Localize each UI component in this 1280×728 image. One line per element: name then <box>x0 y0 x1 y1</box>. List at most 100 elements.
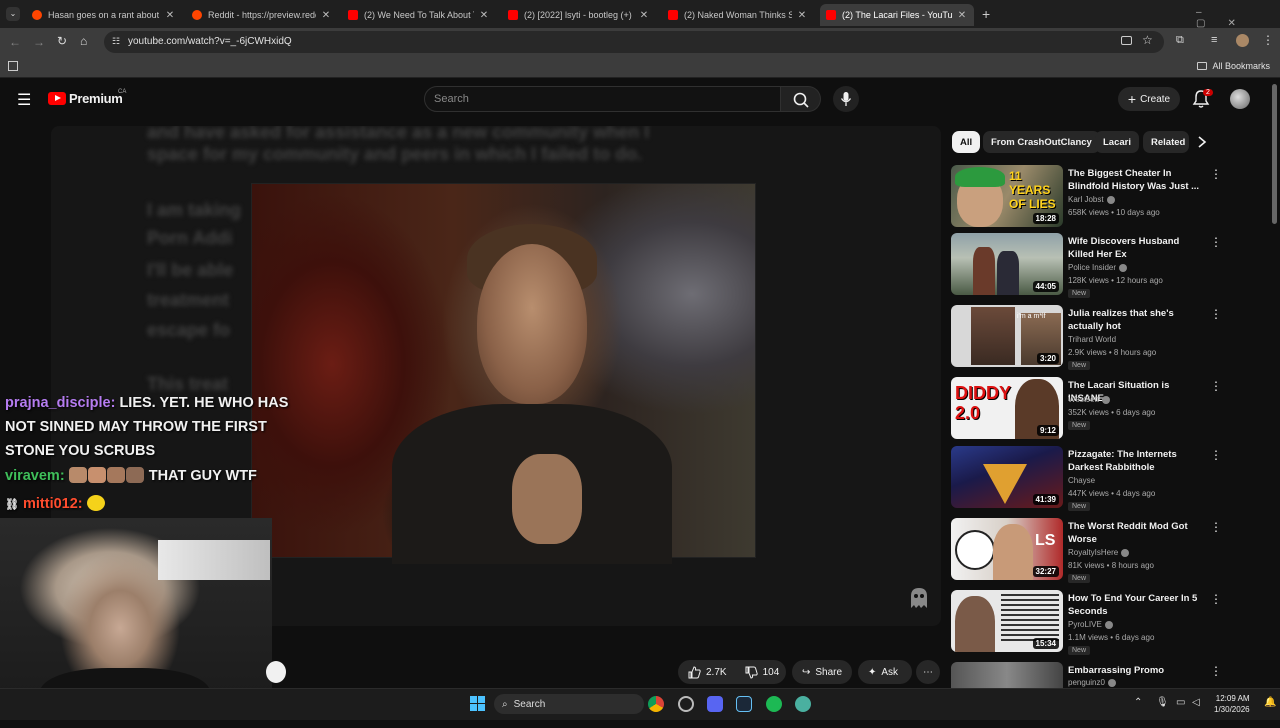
network-icon[interactable]: ▭ <box>1176 697 1185 708</box>
video-title[interactable]: The Worst Reddit Mod Got Worse <box>1068 520 1200 546</box>
recommendation-item[interactable]: LS 32:27 The Worst Reddit Mod Got Worse … <box>950 518 1266 586</box>
notification-center-icon[interactable]: 🔔 <box>1264 697 1276 708</box>
new-tab-button[interactable]: + <box>982 6 990 22</box>
chip-from-channel[interactable]: From CrashOutClancy <box>983 131 1100 153</box>
more-vert-icon[interactable]: ⋮ <box>1210 520 1222 534</box>
browser-tab-2[interactable]: Reddit - https://preview.redd.it ✕ <box>186 4 338 26</box>
video-title[interactable]: Wife Discovers Husband Killed Her Ex <box>1068 235 1200 261</box>
video-thumbnail[interactable]: i'm a m*lf 3:20 <box>951 305 1063 367</box>
chip-all[interactable]: All <box>952 131 981 153</box>
windows-start-icon[interactable] <box>470 696 485 711</box>
home-icon[interactable]: ⌂ <box>80 34 87 48</box>
search-input[interactable]: Search <box>424 86 781 112</box>
taskbar-clock[interactable]: 12:09 AM 1/30/2026 <box>1214 693 1250 715</box>
channel-name[interactable]: Trihard World <box>1068 335 1116 344</box>
dislike-icon[interactable] <box>745 666 758 679</box>
video-title[interactable]: Embarrassing Promo <box>1068 664 1200 677</box>
back-icon[interactable]: ← <box>9 35 21 49</box>
more-vert-icon[interactable]: ⋮ <box>1210 235 1222 249</box>
hamburger-menu-icon[interactable]: ☰ <box>17 90 31 110</box>
more-vert-icon[interactable]: ⋮ <box>1210 379 1222 393</box>
recommendation-item[interactable]: Embarrassing Promo penguinz0 ⋮ <box>950 662 1266 688</box>
video-thumbnail[interactable]: 15:34 <box>951 590 1063 652</box>
more-vert-icon[interactable]: ⋮ <box>1210 307 1222 321</box>
like-icon[interactable] <box>688 665 701 679</box>
channel-name[interactable]: Chayse <box>1068 476 1095 485</box>
channel-name[interactable]: penguinz0 <box>1068 678 1116 687</box>
discord-icon[interactable] <box>707 696 723 712</box>
apps-icon[interactable] <box>8 61 18 71</box>
browser-tab-1[interactable]: Hasan goes on a rant about pe ✕ <box>26 4 182 26</box>
more-vert-icon[interactable]: ⋮ <box>1210 167 1222 181</box>
browser-tab-4[interactable]: (2) [2022] lsyti - bootleg (+) [Re ✕ <box>502 4 656 26</box>
forward-icon[interactable]: → <box>33 35 45 49</box>
url-text[interactable]: youtube.com/watch?v=_-6jCWHxidQ <box>128 36 292 47</box>
bookmark-star-icon[interactable]: ☆ <box>1142 33 1153 47</box>
chevron-up-icon[interactable]: ⌃ <box>1134 697 1142 708</box>
channel-name[interactable]: PyroLIVE <box>1068 620 1113 629</box>
chevron-right-icon[interactable] <box>1196 135 1208 149</box>
browser-tab-3[interactable]: (2) We Need To Talk About Tik ✕ <box>342 4 496 26</box>
install-icon[interactable] <box>1121 36 1132 45</box>
ask-button[interactable]: ✦ Ask <box>858 660 912 684</box>
chip-related[interactable]: Related <box>1143 131 1189 153</box>
app-icon[interactable] <box>795 696 811 712</box>
browser-tab-active[interactable]: (2) The Lacari Files - YouTube ✕ <box>820 4 974 26</box>
video-title[interactable]: The Biggest Cheater In Blindfold History… <box>1068 167 1200 193</box>
voice-search-button[interactable] <box>833 86 859 112</box>
video-thumbnail[interactable]: 11 YEARS OF LIES 18:28 <box>951 165 1063 227</box>
chrome-icon[interactable] <box>648 696 664 712</box>
spotify-icon[interactable] <box>766 696 782 712</box>
video-title[interactable]: Pizzagate: The Internets Darkest Rabbith… <box>1068 448 1200 474</box>
channel-name[interactable]: WestJett <box>1068 395 1110 404</box>
extensions-icon[interactable]: ⧉ <box>1176 34 1184 47</box>
share-button[interactable]: ↪ Share <box>792 660 852 684</box>
close-icon[interactable]: ✕ <box>956 10 968 21</box>
recommendation-item[interactable]: DIDDY 2.0 9:12 The Lacari Situation is I… <box>950 377 1266 445</box>
browser-tab-5[interactable]: (2) Naked Woman Thinks She C ✕ <box>662 4 814 26</box>
close-icon[interactable]: ✕ <box>796 10 808 21</box>
app-icon[interactable] <box>678 696 694 712</box>
more-actions-button[interactable]: ⋯ <box>916 660 940 684</box>
channel-name[interactable]: Karl Jobst <box>1068 195 1115 204</box>
video-thumbnail[interactable] <box>951 662 1063 688</box>
video-title[interactable]: How To End Your Career In 5 Seconds <box>1068 592 1200 618</box>
microphone-icon[interactable]: 🎙 <box>1156 697 1169 708</box>
video-thumbnail[interactable]: LS 32:27 <box>951 518 1063 580</box>
page-scrollbar[interactable] <box>1272 84 1277 224</box>
browser-menu-icon[interactable]: ⋮ <box>1262 33 1274 47</box>
profile-avatar-icon[interactable] <box>1236 34 1249 47</box>
close-icon[interactable]: ✕ <box>638 10 650 21</box>
account-avatar[interactable] <box>1230 89 1250 109</box>
taskbar-search[interactable]: ⌕ Search <box>494 694 644 714</box>
channel-name[interactable]: Police Insider <box>1068 263 1128 272</box>
recommendation-item[interactable]: 11 YEARS OF LIES 18:28 The Biggest Cheat… <box>950 165 1266 233</box>
more-vert-icon[interactable]: ⋮ <box>1210 448 1222 462</box>
more-vert-icon[interactable]: ⋮ <box>1210 592 1222 606</box>
media-icon[interactable]: ≡ <box>1211 34 1217 46</box>
video-thumbnail[interactable]: DIDDY 2.0 9:12 <box>951 377 1063 439</box>
volume-icon[interactable]: ◁ <box>1192 697 1200 708</box>
video-thumbnail[interactable]: 41:39 <box>951 446 1063 508</box>
channel-name[interactable]: RoyaltyIsHere <box>1068 548 1130 557</box>
create-button[interactable]: + Create <box>1118 87 1180 111</box>
all-bookmarks-button[interactable]: All Bookmarks <box>1197 61 1270 71</box>
tab-search-button[interactable]: ⌄ <box>6 7 20 21</box>
recommendation-item[interactable]: 44:05 Wife Discovers Husband Killed Her … <box>950 233 1266 301</box>
search-button[interactable] <box>781 86 821 112</box>
video-title[interactable]: Julia realizes that she's actually hot <box>1068 307 1200 333</box>
close-icon[interactable]: ✕ <box>164 10 176 21</box>
like-dislike-pill[interactable]: 2.7K 104 <box>678 660 786 684</box>
recommendation-item[interactable]: 41:39 Pizzagate: The Internets Darkest R… <box>950 446 1266 514</box>
site-info-icon[interactable]: ☷ <box>112 36 120 47</box>
close-icon[interactable]: ✕ <box>320 10 332 21</box>
steam-icon[interactable] <box>736 696 752 712</box>
window-controls[interactable]: –▢✕ <box>1196 7 1280 29</box>
chip-lacari[interactable]: Lacari <box>1095 131 1139 153</box>
recommendation-item[interactable]: 15:34 How To End Your Career In 5 Second… <box>950 590 1266 658</box>
recommendation-item[interactable]: i'm a m*lf 3:20 Julia realizes that she'… <box>950 305 1266 373</box>
video-thumbnail[interactable]: 44:05 <box>951 233 1063 295</box>
close-icon[interactable]: ✕ <box>478 10 490 21</box>
reload-icon[interactable]: ↻ <box>57 34 67 48</box>
youtube-premium-logo[interactable]: Premium CA <box>48 89 126 106</box>
